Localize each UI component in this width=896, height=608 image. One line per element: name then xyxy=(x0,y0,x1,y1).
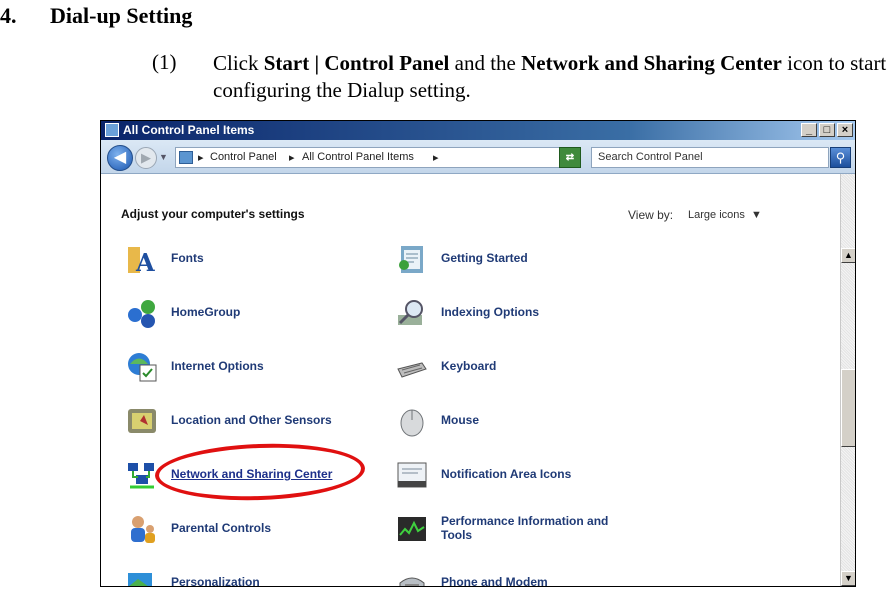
breadcrumb-all-items[interactable]: All Control Panel Items xyxy=(302,151,414,163)
cp-item-label: Mouse xyxy=(441,413,480,427)
navigation-bar: ◀ ▶ ▼ ▸ Control Panel ▸ All Control Pane… xyxy=(101,140,855,174)
control-panel-window: All Control Panel Items _ □ × ◀ ▶ ▼ ▸ Co… xyxy=(100,120,856,587)
vertical-scrollbar[interactable]: ▲ ▼ xyxy=(840,174,855,586)
page-heading: Adjust your computer's settings xyxy=(121,207,305,221)
keyboard-icon xyxy=(397,362,427,378)
view-by-dropdown[interactable]: Large icons ▼ xyxy=(688,209,762,221)
network-sharing-icon xyxy=(128,463,154,489)
forward-button[interactable]: ▶ xyxy=(135,147,157,169)
location-sensors-icon xyxy=(128,409,156,433)
breadcrumb-control-panel[interactable]: Control Panel xyxy=(210,151,277,163)
title-bar[interactable]: All Control Panel Items _ □ × xyxy=(101,121,855,140)
step-text-part: and the xyxy=(449,51,522,75)
scroll-up-button[interactable]: ▲ xyxy=(841,248,855,263)
internet-options-icon xyxy=(128,353,157,382)
close-button[interactable]: × xyxy=(837,123,853,137)
chevron-down-icon: ▼ xyxy=(751,209,762,221)
parental-controls-icon xyxy=(131,516,155,543)
breadcrumb-separator: ▸ xyxy=(289,152,295,164)
cp-item-label: Parental Controls xyxy=(171,521,272,535)
control-panel-icon xyxy=(179,151,193,164)
search-input[interactable]: Search Control Panel xyxy=(591,147,829,168)
phone-modem-icon xyxy=(399,577,425,586)
fonts-icon: A xyxy=(128,247,155,275)
cp-item-label: Phone and Modem xyxy=(441,575,548,587)
refresh-icon[interactable]: ⇄ xyxy=(559,147,581,168)
scroll-down-button[interactable]: ▼ xyxy=(841,571,855,586)
cp-item-label: Notification Area Icons xyxy=(441,467,572,481)
step-text-part: Click xyxy=(213,51,264,75)
view-by-label: View by: xyxy=(628,208,674,222)
personalization-icon xyxy=(128,573,152,586)
heading-text: Dial-up Setting xyxy=(50,3,193,28)
cp-item-label: Performance Information and Tools xyxy=(441,514,609,542)
search-icon[interactable]: ⚲ xyxy=(830,147,851,168)
cp-item-label: Getting Started xyxy=(441,251,528,265)
heading-number: 4. xyxy=(0,3,17,28)
mouse-icon xyxy=(400,409,424,437)
cp-item-label: Internet Options xyxy=(171,359,264,373)
indexing-options-icon xyxy=(398,300,423,325)
scroll-thumb[interactable] xyxy=(841,369,855,447)
cp-item-label: Indexing Options xyxy=(441,305,539,319)
getting-started-icon xyxy=(399,246,423,273)
performance-icon xyxy=(398,517,426,541)
step-network-sharing: Network and Sharing Center xyxy=(521,51,782,75)
address-bar[interactable]: ▸ Control Panel ▸ All Control Panel Item… xyxy=(175,147,577,168)
cp-item-label: Location and Other Sensors xyxy=(171,413,332,427)
step-start-control-panel: Start | Control Panel xyxy=(263,51,450,75)
main-content: Adjust your computer's settings View by:… xyxy=(101,174,839,586)
step-number: (1) xyxy=(152,50,177,74)
window-title: All Control Panel Items xyxy=(123,123,255,137)
step-text: Click Start | Control Panel and the Netw… xyxy=(213,50,896,104)
minimize-button[interactable]: _ xyxy=(801,123,817,137)
cp-item-label: Keyboard xyxy=(441,359,497,373)
notification-area-icon xyxy=(397,462,427,488)
homegroup-icon xyxy=(128,300,155,328)
svg-text:A: A xyxy=(135,248,155,275)
recent-pages-icon[interactable]: ▼ xyxy=(159,152,168,162)
view-by-value: Large icons xyxy=(688,209,745,221)
doc-heading: 4. Dial-up Setting xyxy=(0,3,192,29)
cp-item-label: HomeGroup xyxy=(171,305,241,319)
breadcrumb-separator: ▸ xyxy=(198,152,204,164)
cp-item-label: Fonts xyxy=(171,251,204,265)
control-panel-icon xyxy=(105,123,119,137)
maximize-button[interactable]: □ xyxy=(819,123,835,137)
breadcrumb-separator: ▸ xyxy=(433,152,439,164)
back-button[interactable]: ◀ xyxy=(107,145,133,171)
cp-item-label: Personalization xyxy=(171,575,260,587)
